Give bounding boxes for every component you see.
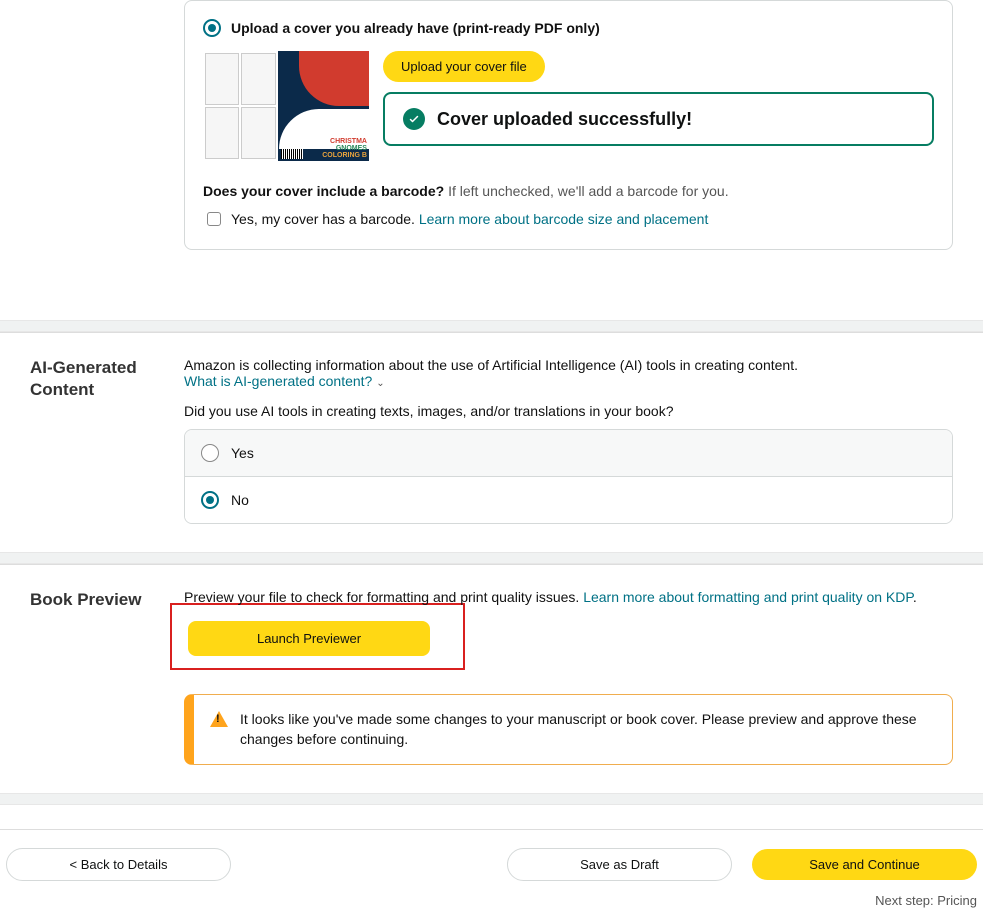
barcode-checkbox[interactable]: [207, 212, 221, 226]
preview-section-title: Book Preview: [30, 589, 160, 765]
ai-learn-more-link[interactable]: What is AI-generated content?: [184, 373, 372, 389]
cover-thumbnail: CHRISTMA GNOMES COLORING B: [203, 51, 369, 161]
preview-warning-banner: It looks like you've made some changes t…: [184, 694, 953, 765]
upload-cover-button[interactable]: Upload your cover file: [383, 51, 545, 82]
chevron-down-icon: ⌄: [376, 378, 384, 389]
launch-previewer-button[interactable]: Launch Previewer: [188, 621, 430, 656]
preview-warning-text: It looks like you've made some changes t…: [240, 709, 936, 750]
radio-unselected-icon: [201, 444, 219, 462]
cover-option-upload[interactable]: Upload a cover you already have (print-r…: [203, 19, 934, 37]
preview-learn-more-link[interactable]: Learn more about formatting and print qu…: [583, 589, 913, 605]
checkmark-icon: [403, 108, 425, 130]
ai-radio-group: Yes No: [184, 429, 953, 524]
ai-intro-text: Amazon is collecting information about t…: [184, 357, 953, 373]
upload-success-text: Cover uploaded successfully!: [437, 109, 692, 130]
launch-previewer-highlight: Launch Previewer: [170, 603, 465, 670]
barcode-checkbox-label: Yes, my cover has a barcode.: [231, 211, 419, 227]
barcode-question: Does your cover include a barcode? If le…: [203, 183, 934, 199]
save-as-draft-button[interactable]: Save as Draft: [507, 848, 732, 881]
footer-actions: < Back to Details Save as Draft Save and…: [0, 829, 983, 885]
ai-option-no[interactable]: No: [185, 476, 952, 523]
next-step-label: Next step: Pricing: [0, 885, 983, 908]
preview-intro-text: Preview your file to check for formattin…: [184, 589, 583, 605]
back-to-details-button[interactable]: < Back to Details: [6, 848, 231, 881]
book-preview-section: Book Preview Preview your file to check …: [0, 564, 983, 793]
ai-content-section: AI-Generated Content Amazon is collectin…: [0, 332, 983, 552]
radio-selected-icon: [201, 491, 219, 509]
cover-upload-card: Upload a cover you already have (print-r…: [184, 0, 953, 250]
warning-icon: [210, 711, 228, 727]
radio-selected-icon: [203, 19, 221, 37]
cover-option-label: Upload a cover you already have (print-r…: [231, 20, 600, 36]
ai-question-text: Did you use AI tools in creating texts, …: [184, 403, 953, 419]
ai-option-yes[interactable]: Yes: [185, 430, 952, 476]
ai-option-yes-label: Yes: [231, 445, 254, 461]
save-and-continue-button[interactable]: Save and Continue: [752, 849, 977, 880]
ai-option-no-label: No: [231, 492, 249, 508]
upload-success-banner: Cover uploaded successfully!: [383, 92, 934, 146]
ai-section-title: AI-Generated Content: [30, 357, 160, 524]
barcode-learn-more-link[interactable]: Learn more about barcode size and placem…: [419, 211, 709, 227]
